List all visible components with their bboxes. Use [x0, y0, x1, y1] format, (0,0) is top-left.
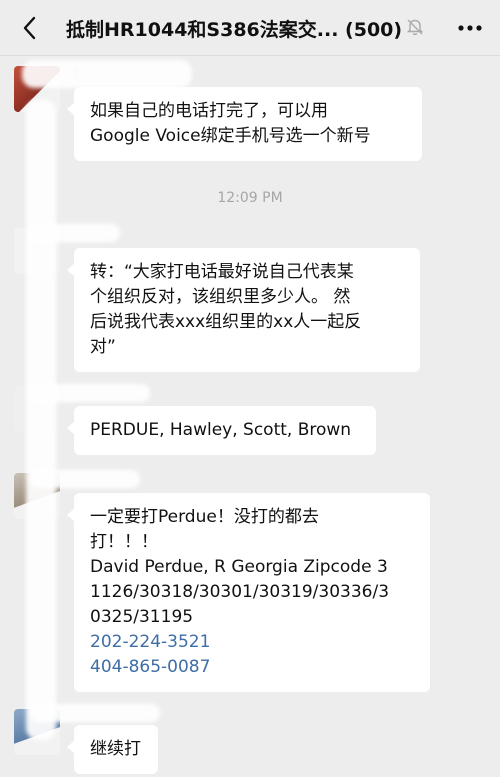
bell-muted-icon [405, 17, 425, 37]
chevron-left-icon [23, 16, 36, 40]
message-line: David Perdue, R Georgia Zipcode 3 [90, 557, 388, 577]
message-bubble[interactable]: 继续打 [67, 725, 158, 774]
privacy-blur [30, 224, 120, 242]
message-line: 个组织反对，该组织里多少人。 然 [90, 287, 351, 307]
message-timestamp: 12:09 PM [217, 190, 283, 206]
privacy-blur [30, 704, 160, 722]
message-bubble[interactable]: 如果自己的电话打完了，可以用 Google Voice绑定手机号选一个新号 [67, 87, 422, 161]
phone-link[interactable]: 202-224-3521 [90, 630, 416, 655]
message-bubble[interactable]: 一定要打Perdue！没打的都去 打！！！ David Perdue, R Ge… [67, 493, 430, 692]
member-count: (500) [345, 19, 403, 41]
message-line: 继续打 [90, 739, 141, 759]
message-line: 0325/31195 [90, 607, 194, 627]
back-button[interactable] [14, 12, 46, 44]
privacy-blur [22, 60, 192, 88]
message-bubble[interactable]: 转：“大家打电话最好说自己代表某 个组织反对，该组织里多少人。 然 后说我代表x… [67, 248, 420, 372]
message-line: 打！！！ [90, 532, 158, 552]
message-line: 1126/30318/30301/30319/30336/3 [90, 582, 390, 602]
message-line: 一定要打Perdue！没打的都去 [90, 507, 319, 527]
chat-title-text: 抵制HR1044和S386法案交... [66, 19, 339, 41]
chat-header: 抵制HR1044和S386法案交... (500) [0, 0, 500, 56]
message-line: 对” [90, 337, 116, 357]
message-bubble[interactable]: PERDUE, Hawley, Scott, Brown [67, 406, 376, 455]
message-line: PERDUE, Hawley, Scott, Brown [90, 420, 352, 440]
message-line: 转：“大家打电话最好说自己代表某 [90, 262, 354, 282]
privacy-blur [30, 470, 140, 488]
message-line: 如果自己的电话打完了，可以用 [90, 101, 328, 121]
more-options-button[interactable] [454, 14, 486, 42]
privacy-blur [30, 384, 150, 402]
phone-link[interactable]: 404-865-0087 [90, 655, 416, 680]
message-line: 后说我代表xxx组织里的xx人一起反 [90, 312, 362, 332]
chat-title[interactable]: 抵制HR1044和S386法案交... (500) [66, 15, 406, 42]
privacy-blur [26, 100, 56, 740]
message-line: Google Voice绑定手机号选一个新号 [90, 126, 371, 146]
more-dots-icon [458, 25, 482, 31]
